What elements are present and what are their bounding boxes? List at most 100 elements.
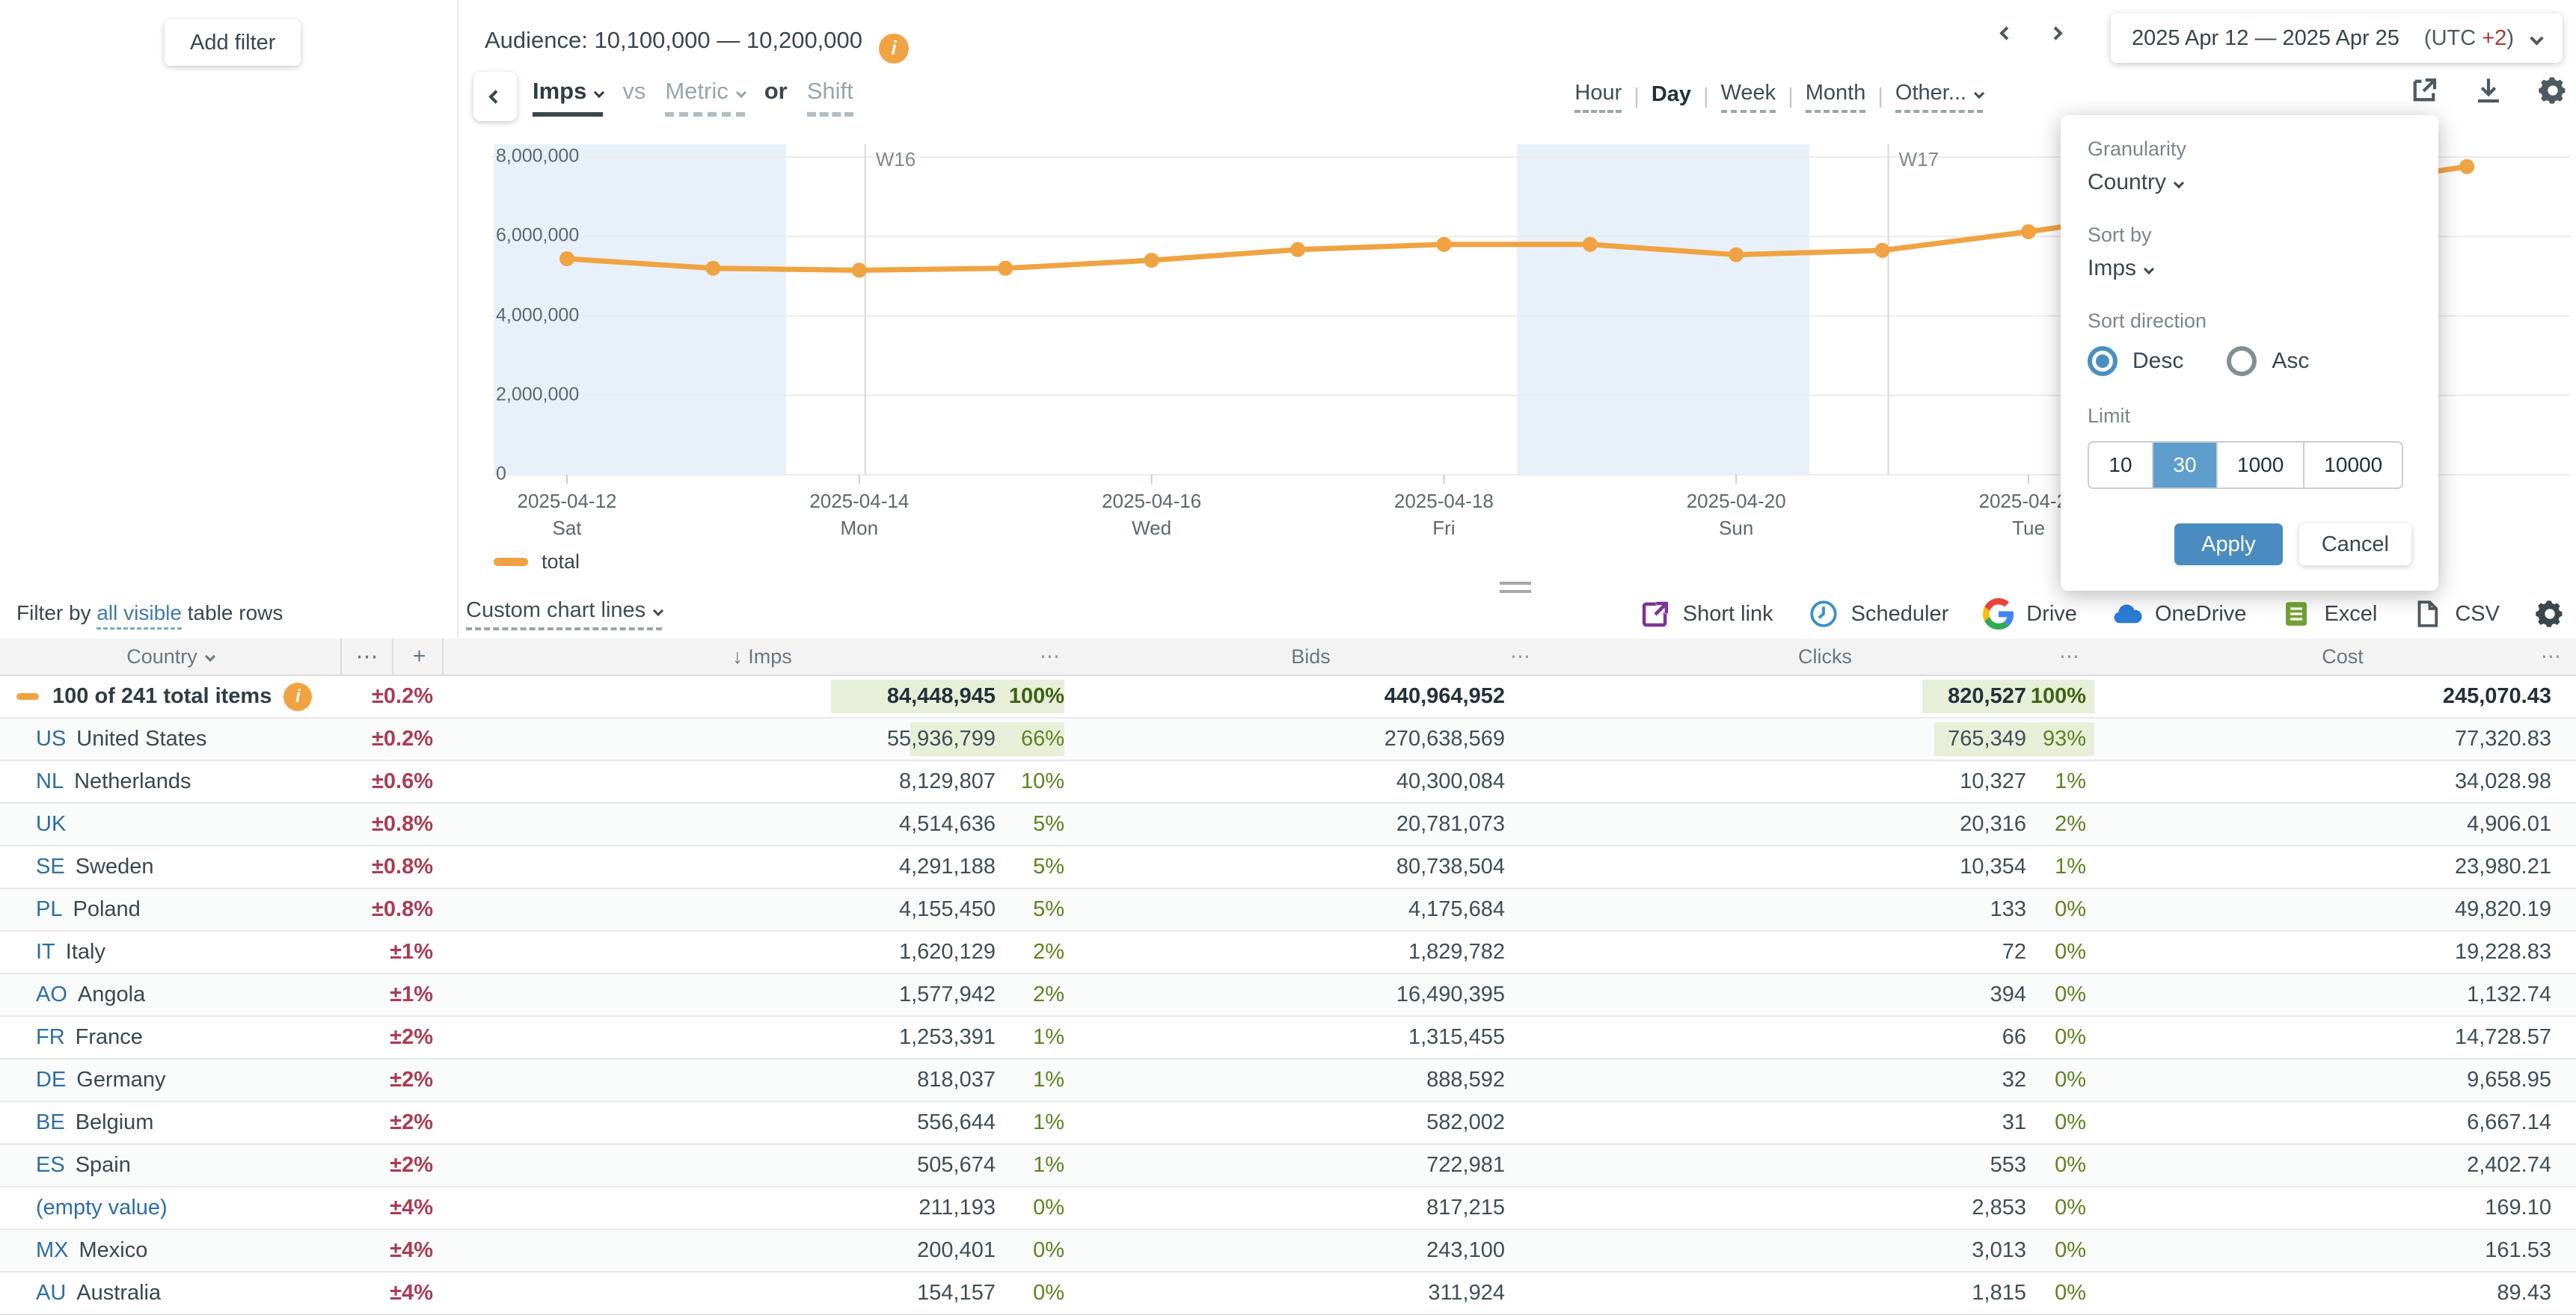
limit-option-10000[interactable]: 10000	[2304, 443, 2402, 488]
table-row-US[interactable]: USUnited States±0.2%55,936,79966%270,638…	[0, 719, 2576, 761]
sort-by-dropdown[interactable]: Imps	[2088, 256, 2411, 281]
csv-button[interactable]: CSV	[2411, 598, 2500, 630]
granularity-tab-hour[interactable]: Hour	[1574, 81, 1622, 113]
country-cell: MXMexico	[0, 1238, 340, 1263]
onedrive-button[interactable]: OneDrive	[2112, 598, 2247, 630]
granularity-separator: |	[1877, 84, 1883, 109]
imps-percent: 2%	[996, 940, 1064, 965]
chevron-right-icon	[2049, 26, 2062, 40]
table-row-FR[interactable]: FRFrance±2%1,253,3911%1,315,455660%14,72…	[0, 1017, 2576, 1060]
bids-column-menu-button[interactable]: ⋯	[1510, 645, 1532, 668]
table-row-MX[interactable]: MXMexico±4%200,4010%243,1003,0130%161.53	[0, 1230, 2576, 1273]
scheduler-button[interactable]: Scheduler	[1808, 598, 1949, 630]
onedrive-button-label: OneDrive	[2155, 602, 2247, 627]
date-next-button[interactable]	[2051, 28, 2061, 45]
table-row-UK[interactable]: UK±0.8%4,514,6365%20,781,07320,3162%4,90…	[0, 804, 2576, 846]
column-header-cost[interactable]: Cost⋯	[2109, 639, 2576, 674]
limit-option-10[interactable]: 10	[2089, 443, 2153, 488]
column-header-country[interactable]: Country	[0, 639, 340, 674]
open-external-icon[interactable]	[2408, 75, 2440, 106]
cost-cell: 161.53	[2109, 1238, 2576, 1263]
column-header-bids[interactable]: Bids⋯	[1081, 639, 1541, 674]
granularity-tab-month[interactable]: Month	[1806, 81, 1866, 113]
imps-value: 556,644	[917, 1110, 996, 1135]
column-header-clicks[interactable]: Clicks⋯	[1541, 639, 2109, 674]
granularity-tab-day[interactable]: Day	[1652, 82, 1691, 111]
country-column-menu-button[interactable]: ⋯	[342, 639, 393, 674]
granularity-tab-week[interactable]: Week	[1721, 81, 1776, 113]
country-code-link[interactable]: UK	[36, 812, 66, 837]
table-row-IT[interactable]: ITItaly±1%1,620,1292%1,829,782720%19,228…	[0, 932, 2576, 974]
granularity-tabs: Hour|Day|Week|Month|Other...	[1574, 81, 1983, 113]
column-header-imps[interactable]: ↓ Imps⋯	[444, 639, 1081, 674]
country-code-link[interactable]: FR	[36, 1025, 65, 1050]
total-info-icon[interactable]: i	[283, 683, 312, 711]
clicks-cell: 1,8150%	[1541, 1273, 2109, 1314]
apply-button[interactable]: Apply	[2174, 523, 2283, 565]
add-column-button[interactable]: +	[393, 639, 445, 674]
cost-cell: 245,070.43	[2109, 684, 2576, 709]
date-prev-button[interactable]	[2002, 28, 2011, 45]
table-row-BE[interactable]: BEBelgium±2%556,6441%582,002310%6,667.14	[0, 1102, 2576, 1145]
download-icon[interactable]	[2473, 75, 2504, 106]
clicks-percent: 0%	[2026, 1068, 2086, 1092]
table-row-NL[interactable]: NLNetherlands±0.6%8,129,80710%40,300,084…	[0, 761, 2576, 804]
country-code-link[interactable]: US	[36, 727, 66, 751]
table-row-DE[interactable]: DEGermany±2%818,0371%888,592320%9,658.95	[0, 1060, 2576, 1102]
clicks-value: 3,013	[1972, 1238, 2026, 1263]
country-code-link[interactable]: AU	[36, 1281, 66, 1306]
table-row-SE[interactable]: SESweden±0.8%4,291,1885%80,738,50410,354…	[0, 846, 2576, 889]
chevron-down-icon	[2530, 31, 2543, 45]
cost-column-menu-button[interactable]: ⋯	[2541, 645, 2563, 668]
country-code-link[interactable]: IT	[36, 940, 55, 965]
imps-value: 154,157	[917, 1281, 996, 1306]
granularity-tab-other[interactable]: Other...	[1895, 81, 1983, 113]
country-code-link[interactable]: SE	[36, 855, 65, 879]
audience-info-icon[interactable]: i	[879, 34, 909, 64]
table-row-AO[interactable]: AOAngola±1%1,577,9422%16,490,3953940%1,1…	[0, 974, 2576, 1017]
clicks-percent: 0%	[2026, 983, 2086, 1007]
add-filter-button[interactable]: Add filter	[165, 19, 301, 66]
country-name: Netherlands	[74, 769, 191, 794]
settings-button[interactable]	[2534, 598, 2566, 630]
bids-cell: 20,781,073	[1081, 812, 1541, 837]
country-code-link[interactable]: ES	[36, 1153, 65, 1178]
sort-direction-asc-radio[interactable]: Asc	[2227, 346, 2309, 376]
country-code-link[interactable]: PL	[36, 897, 62, 922]
clicks-column-menu-button[interactable]: ⋯	[2059, 645, 2081, 668]
short-link-button[interactable]: Short link	[1640, 598, 1773, 630]
table-row-total[interactable]: 100 of 241 total itemsi±0.2%84,448,94510…	[0, 676, 2576, 719]
country-code-link[interactable]: DE	[36, 1068, 66, 1092]
granularity-dropdown[interactable]: Country	[2088, 170, 2411, 195]
week-marker-label: W17	[1899, 148, 1939, 171]
bids-cell: 582,002	[1081, 1110, 1541, 1135]
table-row-ES[interactable]: ESSpain±2%505,6741%722,9815530%2,402.74	[0, 1145, 2576, 1187]
cost-cell: 1,132.74	[2109, 983, 2576, 1007]
custom-chart-lines-dropdown[interactable]: Custom chart lines	[466, 598, 662, 630]
imps-cell: 8,129,80710%	[444, 761, 1081, 802]
country-code-link[interactable]: BE	[36, 1110, 65, 1135]
granularity-separator: |	[1788, 84, 1794, 109]
cancel-button[interactable]: Cancel	[2299, 523, 2411, 565]
date-range-picker[interactable]: 2025 Apr 12 — 2025 Apr 25 (UTC +2)	[2111, 13, 2563, 63]
error-margin-cell: ±4%	[340, 1196, 444, 1220]
table-row-empty[interactable]: (empty value)±4%211,1930%817,2152,8530%1…	[0, 1187, 2576, 1230]
clicks-cell: 10,3271%	[1541, 761, 2109, 802]
filter-by-all-visible-link[interactable]: all visible	[96, 601, 182, 630]
imps-column-menu-button[interactable]: ⋯	[1040, 645, 1061, 668]
country-code-link[interactable]: NL	[36, 769, 64, 794]
table-row-AU[interactable]: AUAustralia±4%154,1570%311,9241,8150%89.…	[0, 1273, 2576, 1315]
gear-icon[interactable]	[2537, 75, 2569, 106]
empty-value-link[interactable]: (empty value)	[36, 1196, 168, 1220]
imps-percent: 0%	[996, 1281, 1064, 1306]
drive-button[interactable]: Drive	[1983, 598, 2077, 630]
country-code-link[interactable]: MX	[36, 1238, 69, 1263]
limit-option-30[interactable]: 30	[2153, 443, 2218, 488]
limit-option-1000[interactable]: 1000	[2218, 443, 2304, 488]
table-row-PL[interactable]: PLPoland±0.8%4,155,4505%4,175,6841330%49…	[0, 889, 2576, 932]
sort-direction-desc-radio[interactable]: Desc	[2088, 346, 2183, 376]
country-cell: AOAngola	[0, 983, 340, 1007]
total-items-label: 100 of 241 total items	[52, 684, 272, 709]
country-code-link[interactable]: AO	[36, 983, 67, 1007]
excel-button[interactable]: Excel	[2281, 598, 2377, 630]
